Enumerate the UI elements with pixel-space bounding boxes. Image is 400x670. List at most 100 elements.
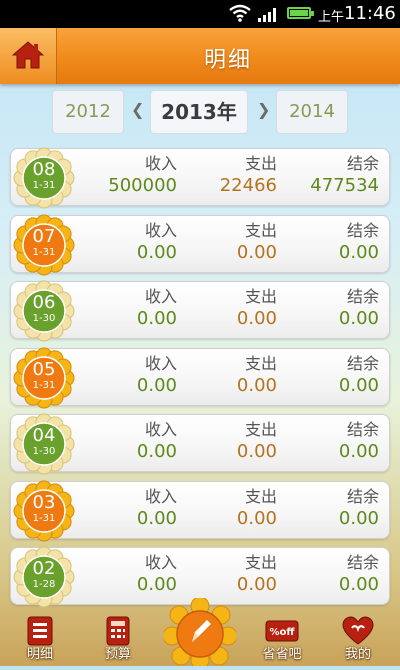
- balance-value: 0.00: [338, 508, 379, 529]
- income-column: 收入 0.00: [67, 221, 177, 265]
- flower-pencil-icon: [162, 596, 238, 670]
- list-icon: [27, 616, 53, 646]
- income-label: 收入: [144, 221, 177, 240]
- income-value: 0.00: [136, 375, 177, 396]
- month-date-range: 1-30: [32, 313, 56, 324]
- current-year: 2013年: [150, 90, 248, 134]
- balance-value: 0.00: [338, 441, 379, 462]
- month-card[interactable]: 08 1-31 收入 500000 支出 22466 结余 477534: [10, 147, 390, 209]
- wifi-icon: [229, 4, 251, 22]
- month-date-range: 1-31: [32, 513, 56, 524]
- home-button[interactable]: [0, 28, 57, 84]
- year-prev-button[interactable]: 2012: [52, 90, 124, 134]
- balance-value: 0.00: [338, 574, 379, 595]
- income-column: 收入 0.00: [67, 553, 177, 597]
- income-label: 收入: [144, 287, 177, 306]
- expense-column: 支出 0.00: [167, 487, 277, 531]
- chevron-left-icon[interactable]: ❮: [131, 100, 144, 119]
- month-flower-icon: 06 1-30: [13, 280, 75, 342]
- month-number: 03: [32, 492, 56, 513]
- nav-budget-label: 预算: [104, 647, 131, 662]
- balance-column: 结余 0.00: [269, 221, 379, 265]
- balance-label: 结余: [346, 154, 379, 173]
- month-card[interactable]: 06 1-30 收入 0.00 支出 0.00 结余 0.00: [10, 280, 390, 342]
- month-card[interactable]: 02 1-28 收入 0.00 支出 0.00 结余 0.00: [10, 546, 390, 608]
- month-card[interactable]: 05 1-31 收入 0.00 支出 0.00 结余 0.00: [10, 347, 390, 409]
- expense-column: 支出 0.00: [167, 553, 277, 597]
- add-record-button[interactable]: [162, 596, 238, 670]
- expense-label: 支出: [244, 154, 277, 173]
- status-bar: 上午 11:46: [0, 0, 400, 28]
- month-card[interactable]: 07 1-31 收入 0.00 支出 0.00 结余 0.00: [10, 214, 390, 276]
- expense-label: 支出: [244, 354, 277, 373]
- balance-column: 结余 0.00: [269, 420, 379, 464]
- home-icon: [12, 41, 44, 69]
- month-number: 05: [32, 359, 56, 380]
- balance-column: 结余 477534: [269, 154, 379, 198]
- month-flower-icon: 04 1-30: [13, 413, 75, 475]
- income-value: 0.00: [136, 441, 177, 462]
- expense-label: 支出: [244, 487, 277, 506]
- month-flower-icon: 08 1-31: [13, 147, 75, 209]
- income-value: 0.00: [136, 308, 177, 329]
- status-ampm: 上午: [318, 10, 345, 25]
- expense-label: 支出: [244, 221, 277, 240]
- expense-column: 支出 0.00: [167, 354, 277, 398]
- month-date-range: 1-31: [32, 380, 56, 391]
- expense-value: 0.00: [236, 242, 277, 263]
- income-label: 收入: [144, 354, 177, 373]
- year-next-button[interactable]: 2014: [276, 90, 348, 134]
- chevron-right-icon[interactable]: ❯: [257, 100, 270, 119]
- expense-value: 22466: [219, 175, 277, 196]
- nav-mine-label: 我的: [344, 647, 371, 662]
- income-column: 收入 0.00: [67, 487, 177, 531]
- header-bar: 明细: [0, 28, 400, 84]
- month-date-range: 1-30: [32, 446, 56, 457]
- income-value: 0.00: [136, 242, 177, 263]
- nav-budget[interactable]: 预算: [88, 614, 148, 666]
- expense-column: 支出 0.00: [167, 221, 277, 265]
- balance-column: 结余 0.00: [269, 487, 379, 531]
- month-date-range: 1-31: [32, 247, 56, 258]
- income-column: 收入 0.00: [67, 287, 177, 331]
- balance-label: 结余: [346, 354, 379, 373]
- income-value: 500000: [108, 175, 177, 196]
- income-value: 0.00: [136, 508, 177, 529]
- bottom-nav: 明细 预算 %off 省省吧 我的: [0, 596, 400, 670]
- expense-value: 0.00: [236, 574, 277, 595]
- income-value: 0.00: [136, 574, 177, 595]
- svg-text:%off: %off: [270, 627, 296, 638]
- income-column: 收入 500000: [67, 154, 177, 198]
- income-label: 收入: [144, 553, 177, 572]
- nav-save-label: 省省吧: [262, 647, 302, 662]
- income-column: 收入 0.00: [67, 420, 177, 464]
- month-card[interactable]: 04 1-30 收入 0.00 支出 0.00 结余 0.00: [10, 413, 390, 475]
- nav-mine[interactable]: 我的: [328, 614, 388, 666]
- expense-value: 0.00: [236, 508, 277, 529]
- nav-save[interactable]: %off 省省吧: [252, 614, 312, 666]
- month-number: 02: [32, 558, 56, 579]
- balance-value: 0.00: [338, 242, 379, 263]
- expense-column: 支出 0.00: [167, 420, 277, 464]
- month-card[interactable]: 03 1-31 收入 0.00 支出 0.00 结余 0.00: [10, 480, 390, 542]
- balance-label: 结余: [346, 420, 379, 439]
- balance-label: 结余: [346, 221, 379, 240]
- balance-column: 结余 0.00: [269, 553, 379, 597]
- month-flower-icon: 07 1-31: [13, 214, 75, 276]
- expense-value: 0.00: [236, 308, 277, 329]
- month-number: 08: [32, 159, 56, 180]
- discount-tag-icon: %off: [265, 620, 299, 642]
- income-column: 收入 0.00: [67, 354, 177, 398]
- balance-label: 结余: [346, 287, 379, 306]
- nav-detail[interactable]: 明细: [10, 614, 70, 666]
- expense-value: 0.00: [236, 441, 277, 462]
- month-flower-icon: 05 1-31: [13, 347, 75, 409]
- month-date-range: 1-31: [32, 180, 56, 191]
- heart-icon: [342, 616, 374, 645]
- expense-label: 支出: [244, 287, 277, 306]
- signal-icon: [258, 8, 276, 22]
- income-label: 收入: [144, 154, 177, 173]
- balance-value: 477534: [310, 175, 379, 196]
- nav-detail-label: 明细: [26, 647, 53, 662]
- page-title: 明细: [203, 48, 252, 73]
